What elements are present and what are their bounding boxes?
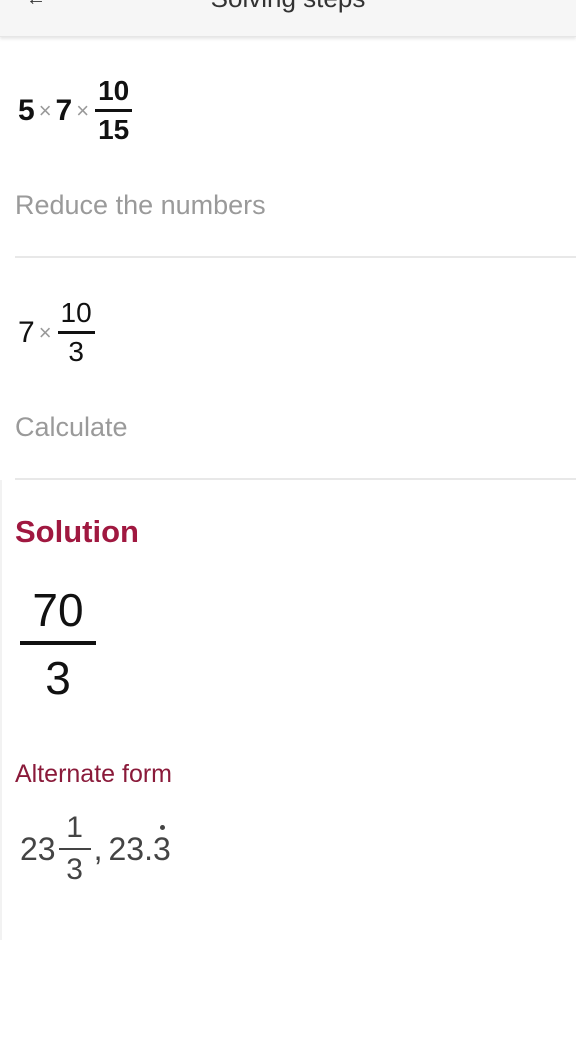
step-caption: Reduce the numbers bbox=[15, 190, 266, 220]
left-edge-border bbox=[0, 480, 2, 940]
solving-step: 5 × 7 × 10 15 bbox=[18, 75, 133, 146]
decimal-prefix: 23. bbox=[108, 830, 153, 867]
fraction-bar bbox=[20, 641, 96, 645]
repeating-digit: 3 bbox=[152, 824, 171, 867]
fraction: 10 3 bbox=[57, 297, 95, 368]
alternate-form-expression: 23 1 3 , 23. 3 bbox=[20, 810, 171, 888]
fraction-bar bbox=[58, 848, 91, 850]
times-sign: × bbox=[38, 319, 52, 345]
step-caption: Calculate bbox=[15, 412, 128, 442]
solving-step: 7 × 10 3 bbox=[18, 297, 95, 368]
denominator: 3 bbox=[66, 853, 83, 886]
times-sign: × bbox=[76, 97, 90, 123]
numerator: 1 bbox=[66, 811, 83, 844]
page-title: Solving steps bbox=[0, 0, 576, 14]
step-expression: 5 × 7 × 10 15 bbox=[18, 75, 133, 146]
alternate-form-heading: Alternate form bbox=[15, 760, 173, 788]
factor: 7 bbox=[55, 93, 73, 127]
step-expression: 7 × 10 3 bbox=[18, 297, 95, 368]
solution-heading: Solution bbox=[15, 514, 139, 549]
mixed-fraction: 1 3 bbox=[58, 810, 91, 888]
denominator: 3 bbox=[68, 336, 84, 367]
separator: , bbox=[93, 830, 103, 867]
solution-fraction: 70 3 bbox=[20, 583, 96, 705]
denominator: 3 bbox=[45, 652, 71, 704]
fraction-bar bbox=[57, 331, 95, 334]
numerator: 10 bbox=[98, 75, 130, 106]
factor: 5 bbox=[18, 93, 35, 127]
top-bar: ← Solving steps bbox=[0, 0, 576, 37]
mixed-whole: 23 bbox=[20, 830, 56, 867]
times-sign: × bbox=[38, 97, 52, 123]
factor: 7 bbox=[18, 315, 35, 349]
divider bbox=[15, 478, 576, 480]
numerator: 10 bbox=[60, 297, 92, 328]
fraction-bar bbox=[95, 109, 133, 112]
divider bbox=[15, 256, 576, 258]
denominator: 15 bbox=[98, 114, 130, 145]
fraction: 10 15 bbox=[95, 75, 133, 146]
numerator: 70 bbox=[32, 584, 84, 636]
